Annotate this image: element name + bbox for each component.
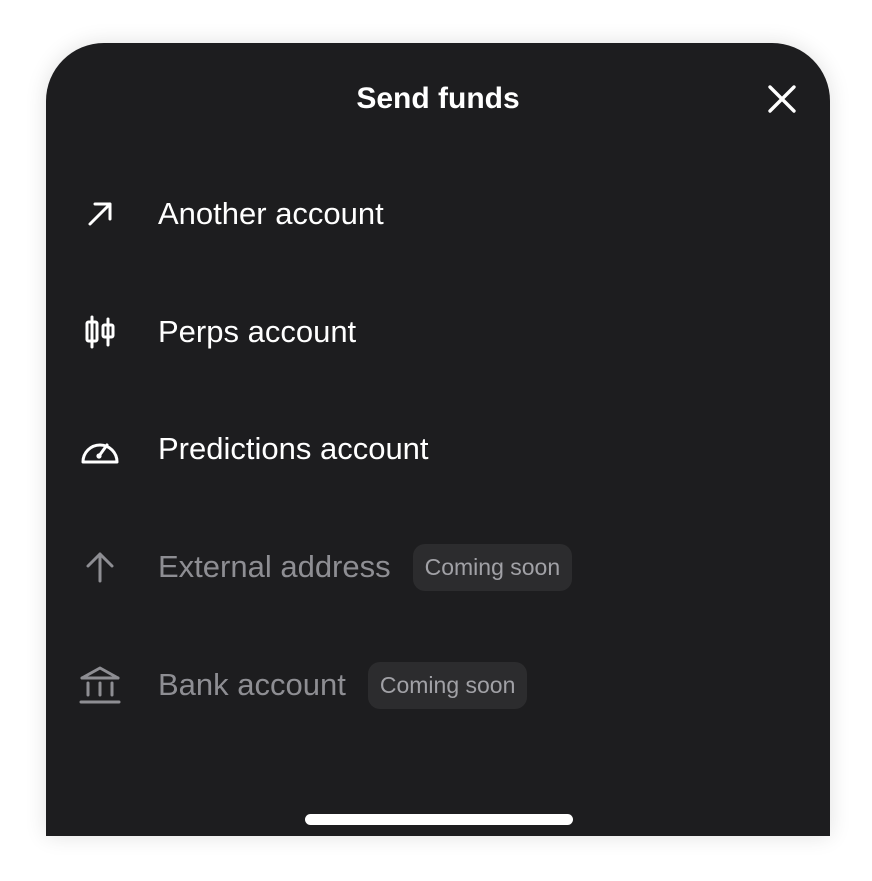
gauge-icon [70, 424, 130, 474]
arrow-up-right-icon [70, 189, 130, 239]
candlestick-icon [70, 307, 130, 357]
sheet-title: Send funds [356, 82, 520, 115]
menu-item-label: Bank account [158, 667, 346, 702]
menu-item-predictions-account[interactable]: Predictions account [70, 414, 806, 484]
menu-item-label: Another account [158, 196, 384, 231]
menu-item-label: Predictions account [158, 431, 429, 466]
arrow-up-icon [70, 542, 130, 592]
coming-soon-badge: Coming soon [412, 543, 573, 591]
coming-soon-badge: Coming soon [367, 661, 528, 709]
close-icon [768, 85, 796, 113]
menu-item-perps-account[interactable]: Perps account [70, 297, 806, 367]
menu-item-external-address[interactable]: External address Coming soon [70, 532, 806, 602]
menu-item-label: Perps account [158, 314, 357, 349]
menu-item-label: External address [158, 549, 391, 584]
close-button[interactable] [762, 79, 802, 119]
bank-icon [70, 660, 130, 710]
menu-item-bank-account[interactable]: Bank account Coming soon [70, 650, 806, 720]
home-indicator [305, 814, 573, 825]
send-funds-sheet: Send funds Another account Perps account… [46, 43, 830, 836]
menu-item-another-account[interactable]: Another account [70, 179, 806, 249]
